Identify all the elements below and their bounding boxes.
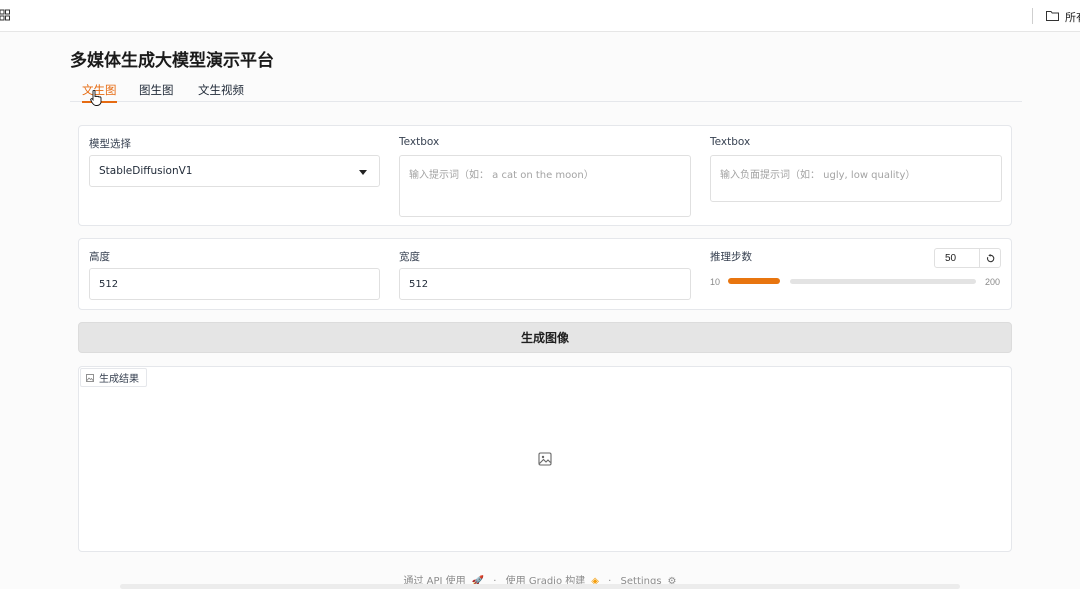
steps-slider-fill[interactable] [728,278,780,284]
steps-min-label: 10 [710,277,721,287]
negative-prompt-label: Textbox [710,136,751,148]
result-label-tag: 生成结果 [80,368,147,387]
folder-icon[interactable] [1046,10,1059,21]
bookmarks-label[interactable]: 所有 [1065,9,1080,25]
steps-slider-track[interactable] [790,279,976,284]
prompt-textbox-label: Textbox [399,136,440,148]
reset-icon [986,253,994,262]
image-small-icon [86,373,94,382]
page-title: 多媒体生成大模型演示平台 [70,51,274,71]
steps-reset-button[interactable] [979,248,1001,268]
negative-prompt-input[interactable]: 输入负面提示词（如： ugly, low quality） [710,155,1002,202]
tab-text-to-video[interactable]: 文生视频 [198,82,244,98]
model-select-label: 模型选择 [89,138,131,150]
height-input[interactable]: 512 [89,268,380,300]
footer-shadow [120,584,960,589]
height-label: 高度 [89,251,110,263]
negative-prompt-placeholder: 输入负面提示词（如： ugly, low quality） [720,170,916,181]
grid-icon[interactable] [0,9,10,21]
mouse-cursor-icon [90,90,102,106]
image-icon [538,452,552,466]
topbar-divider [1032,8,1033,24]
model-dropdown[interactable]: StableDiffusionV1 [89,155,380,187]
steps-label: 推理步数 [710,251,752,263]
tab-bar: 文生图 图生图 文生视频 [70,80,1022,103]
steps-max-label: 200 [985,277,1001,287]
browser-topbar: 所有 [0,0,1080,32]
width-input[interactable]: 512 [399,268,691,300]
tab-image-to-image[interactable]: 图生图 [139,82,174,98]
model-dropdown-value: StableDiffusionV1 [99,165,193,177]
generate-image-button[interactable]: 生成图像 [78,322,1012,353]
result-label: 生成结果 [99,374,139,385]
width-label: 宽度 [399,251,420,263]
prompt-placeholder: 输入提示词（如： a cat on the moon） [409,170,594,181]
steps-value: 50 [945,252,957,264]
height-value: 512 [99,278,119,290]
width-value: 512 [409,278,429,290]
dropdown-caret-icon [359,170,367,175]
prompt-input[interactable]: 输入提示词（如： a cat on the moon） [399,155,691,217]
steps-number-input[interactable]: 50 [934,248,980,268]
